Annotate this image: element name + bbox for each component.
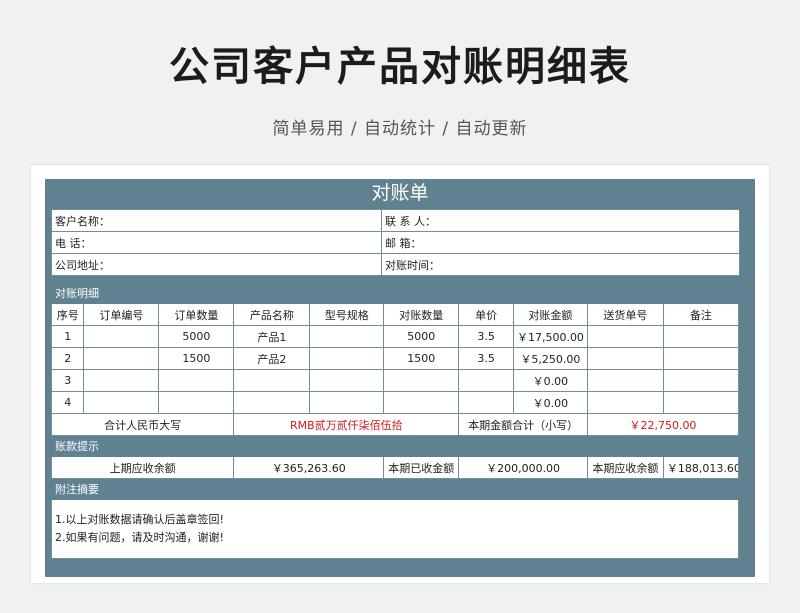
amount-cell: ￥5,250.00 [512, 347, 588, 370]
page-title: 公司客户产品对账明细表 [169, 44, 631, 90]
column-header: 对账数量 [383, 303, 460, 326]
payment-row: 上期应收余额 ￥365,263.60 本期已收金额 ￥200,000.00 本期… [50, 456, 740, 479]
prev-balance-value[interactable]: ￥365,263.60 [233, 456, 385, 479]
column-header: 备注 [662, 303, 740, 326]
product-cell[interactable]: 产品1 [233, 325, 311, 348]
rmb-total-label: 合计人民币大写 [50, 413, 235, 436]
row-number: 3 [50, 369, 85, 392]
column-header: 送货单号 [586, 303, 664, 326]
column-header: 单价 [458, 303, 514, 326]
column-header: 对账金额 [512, 303, 588, 326]
page-subtitle: 简单易用 / 自动统计 / 自动更新 [272, 119, 528, 139]
order-qty-cell[interactable] [158, 391, 235, 414]
remark-cell[interactable] [662, 391, 740, 414]
spec-cell[interactable] [309, 325, 385, 348]
sum-total-value: ￥22,750.00 [586, 413, 740, 436]
price-cell[interactable]: 3.5 [458, 347, 514, 370]
due-balance-value: ￥188,013.60 [662, 456, 740, 479]
table-row: 1 5000 产品1 5000 3.5 ￥17,500.00 [50, 325, 740, 348]
rmb-total-value: RMB贰万贰仟柒佰伍拾 [233, 413, 460, 436]
order-qty-cell[interactable]: 5000 [158, 325, 235, 348]
product-cell[interactable] [233, 369, 311, 392]
delivery-no-cell[interactable] [586, 325, 664, 348]
note-line: 1.以上对账数据请确认后盖章签回! [55, 513, 224, 526]
table-row: 4 ￥0.00 [50, 391, 740, 414]
row-number: 2 [50, 347, 85, 370]
contact-field[interactable]: 联 系 人： [381, 209, 740, 232]
qty-cell[interactable]: 5000 [383, 325, 460, 348]
delivery-no-cell[interactable] [586, 369, 664, 392]
order-no-cell[interactable] [83, 325, 160, 348]
detail-header-row: 序号 订单编号 订单数量 产品名称 型号规格 对账数量 单价 对账金额 送货单号… [50, 303, 740, 326]
product-cell[interactable] [233, 391, 311, 414]
address-field[interactable]: 公司地址： [51, 253, 382, 276]
spec-cell[interactable] [309, 391, 385, 414]
statement-sheet: 对账单 客户名称： 联 系 人： 电 话： 邮 箱： 公司地址： 对账时间： 对… [31, 165, 769, 583]
delivery-no-cell[interactable] [586, 347, 664, 370]
spec-cell[interactable] [309, 347, 385, 370]
column-header: 订单编号 [83, 303, 160, 326]
column-header: 产品名称 [233, 303, 311, 326]
row-number: 1 [50, 325, 85, 348]
price-cell[interactable] [458, 369, 514, 392]
table-row: 2 1500 产品2 1500 3.5 ￥5,250.00 [50, 347, 740, 370]
qty-cell[interactable] [383, 369, 460, 392]
info-table: 客户名称： 联 系 人： 电 话： 邮 箱： 公司地址： 对账时间： [51, 209, 740, 276]
amount-cell: ￥17,500.00 [512, 325, 588, 348]
amount-cell: ￥0.00 [512, 391, 588, 414]
price-cell[interactable] [458, 391, 514, 414]
payment-section-header: 账款提示 [51, 435, 739, 457]
column-header: 序号 [50, 303, 85, 326]
statement-frame: 对账单 客户名称： 联 系 人： 电 话： 邮 箱： 公司地址： 对账时间： 对… [45, 179, 755, 577]
column-header: 型号规格 [309, 303, 385, 326]
remark-cell[interactable] [662, 369, 740, 392]
product-cell[interactable]: 产品2 [233, 347, 311, 370]
remark-cell[interactable] [662, 325, 740, 348]
delivery-no-cell[interactable] [586, 391, 664, 414]
order-no-cell[interactable] [83, 369, 160, 392]
statement-time-field[interactable]: 对账时间： [381, 253, 740, 276]
notes-cell[interactable]: 1.以上对账数据请确认后盖章签回! 2.如果有问题，请及时沟通，谢谢! [51, 499, 739, 559]
notes-section-header: 附注摘要 [51, 478, 739, 500]
order-qty-cell[interactable]: 1500 [158, 347, 235, 370]
order-no-cell[interactable] [83, 347, 160, 370]
qty-cell[interactable] [383, 391, 460, 414]
customer-name-field[interactable]: 客户名称： [51, 209, 382, 232]
amount-cell: ￥0.00 [512, 369, 588, 392]
qty-cell[interactable]: 1500 [383, 347, 460, 370]
total-row: 合计人民币大写 RMB贰万贰仟柒佰伍拾 本期金额合计（小写） ￥22,750.0… [50, 413, 740, 436]
phone-field[interactable]: 电 话： [51, 231, 382, 254]
prev-balance-label: 上期应收余额 [50, 456, 235, 479]
column-header: 订单数量 [158, 303, 235, 326]
note-line: 2.如果有问题，请及时沟通，谢谢! [55, 531, 224, 544]
remark-cell[interactable] [662, 347, 740, 370]
detail-section-header: 对账明细 [51, 282, 739, 304]
sum-total-label: 本期金额合计（小写） [458, 413, 588, 436]
detail-table: 对账明细 序号 订单编号 订单数量 产品名称 型号规格 对账数量 单价 对账金额… [50, 282, 740, 559]
order-no-cell[interactable] [83, 391, 160, 414]
price-cell[interactable]: 3.5 [458, 325, 514, 348]
due-balance-label: 本期应收余额 [586, 456, 664, 479]
statement-title: 对账单 [371, 182, 429, 204]
received-value[interactable]: ￥200,000.00 [458, 456, 588, 479]
received-label: 本期已收金额 [383, 456, 460, 479]
spec-cell[interactable] [309, 369, 385, 392]
notes-row: 1.以上对账数据请确认后盖章签回! 2.如果有问题，请及时沟通，谢谢! [51, 499, 739, 559]
email-field[interactable]: 邮 箱： [381, 231, 740, 254]
order-qty-cell[interactable] [158, 369, 235, 392]
table-row: 3 ￥0.00 [50, 369, 740, 392]
row-number: 4 [50, 391, 85, 414]
